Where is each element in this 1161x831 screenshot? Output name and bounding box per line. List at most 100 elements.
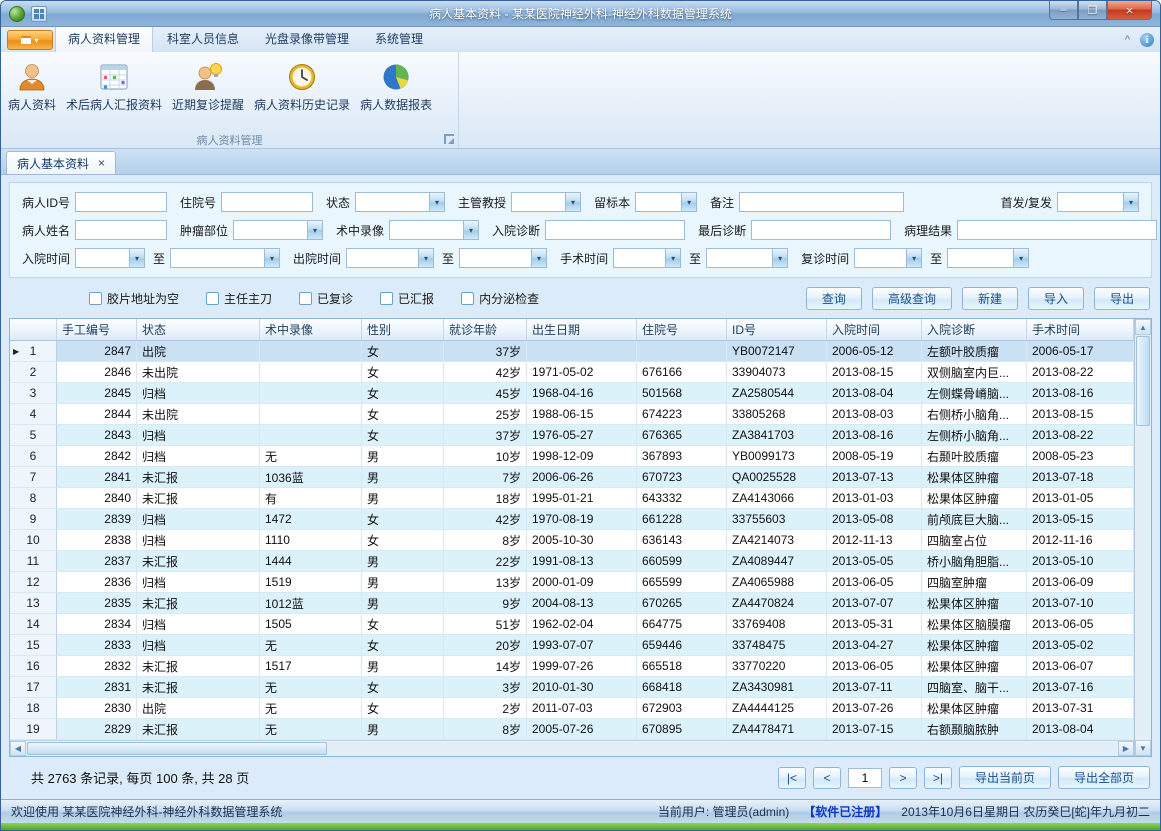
dropdown-arrow-icon[interactable]: ▾ (418, 249, 433, 267)
dropdown-arrow-icon[interactable]: ▾ (681, 193, 696, 211)
table-row[interactable]: 142834归档1505女51岁1962-02-0466477533769408… (10, 614, 1134, 635)
column-header-id-no[interactable]: ID号 (727, 319, 827, 340)
table-row[interactable]: 182830出院无女2岁2011-07-03672903ZA4444125201… (10, 698, 1134, 719)
checkbox-icon[interactable] (380, 292, 393, 305)
checkbox-icon[interactable] (89, 292, 102, 305)
ribbon-collapse-icon[interactable]: ^ (1125, 35, 1130, 46)
video-select[interactable]: ▾ (389, 220, 479, 240)
admit-dx-input[interactable] (545, 220, 685, 240)
ribbon-button-postop-report[interactable]: 术后病人汇报资料 (61, 55, 167, 131)
checkbox-endocrine-exam[interactable]: 内分泌检查 (461, 290, 539, 307)
advanced-query-button[interactable]: 高级查询 (872, 287, 952, 310)
dropdown-arrow-icon[interactable]: ▾ (429, 193, 444, 211)
tumor-site-select[interactable]: ▾ (233, 220, 323, 240)
scroll-down-icon[interactable]: ▼ (1135, 740, 1151, 756)
discharge-time-to-select[interactable]: ▾ (459, 248, 547, 268)
discharge-time-from-select[interactable]: ▾ (346, 248, 434, 268)
checkbox-icon[interactable] (299, 292, 312, 305)
admission-no-input[interactable] (221, 192, 313, 212)
column-header-sex[interactable]: 性别 (362, 319, 444, 340)
ribbon-button-history-record[interactable]: 病人资料历史记录 (249, 55, 355, 131)
query-button[interactable]: 查询 (806, 287, 862, 310)
horizontal-scrollbar[interactable]: ◀ ▶ (10, 740, 1134, 756)
table-row[interactable]: 122836归档1519男13岁2000-01-09665599ZA406598… (10, 572, 1134, 593)
vertical-scroll-thumb[interactable] (1136, 336, 1150, 426)
table-row[interactable]: 172831未汇报无女3岁2010-01-30668418ZA343098120… (10, 677, 1134, 698)
dropdown-arrow-icon[interactable]: ▾ (1013, 249, 1028, 267)
dialog-launcher-icon[interactable] (444, 134, 454, 144)
column-header-status[interactable]: 状态 (137, 319, 260, 340)
specimen-select[interactable]: ▾ (635, 192, 697, 212)
checkbox-chief-surgeon[interactable]: 主任主刀 (206, 290, 272, 307)
ribbon-tab-system[interactable]: 系统管理 (363, 26, 435, 52)
table-row[interactable]: ▶12847出院女37岁YB00721472006-05-12左额叶胶质瘤200… (10, 341, 1134, 362)
table-row[interactable]: 72841未汇报1036蓝男7岁2006-06-26670723QA002552… (10, 467, 1134, 488)
checkbox-film-address-empty[interactable]: 胶片地址为空 (89, 290, 179, 307)
first-recur-select[interactable]: ▾ (1057, 192, 1139, 212)
dropdown-arrow-icon[interactable]: ▾ (772, 249, 787, 267)
remark-input[interactable] (739, 192, 904, 212)
patient-name-input[interactable] (75, 220, 167, 240)
scroll-left-icon[interactable]: ◀ (10, 741, 26, 756)
next-page-button[interactable]: > (889, 767, 917, 789)
column-header-age[interactable]: 就诊年龄 (444, 319, 527, 340)
export-current-page-button[interactable]: 导出当前页 (959, 766, 1051, 789)
close-button[interactable]: × (1107, 1, 1152, 20)
minimize-button[interactable]: – (1049, 1, 1078, 20)
dropdown-arrow-icon[interactable]: ▾ (906, 249, 921, 267)
checkbox-icon[interactable] (461, 292, 474, 305)
tab-close-icon[interactable]: × (98, 156, 105, 170)
table-row[interactable]: 132835未汇报1012蓝男9岁2004-08-13670265ZA44708… (10, 593, 1134, 614)
ribbon-button-patient-data[interactable]: 病人资料 (3, 55, 61, 131)
column-header-admit-time[interactable]: 入院时间 (827, 319, 922, 340)
vertical-scrollbar[interactable]: ▲ ▼ (1134, 319, 1151, 756)
tab-patient-basic-data[interactable]: 病人基本资料 × (6, 151, 116, 174)
export-button[interactable]: 导出 (1094, 287, 1150, 310)
dropdown-arrow-icon[interactable]: ▾ (665, 249, 680, 267)
table-row[interactable]: 92839归档1472女42岁1970-08-19661228337556032… (10, 509, 1134, 530)
first-page-button[interactable]: |< (778, 767, 806, 789)
admit-time-to-select[interactable]: ▾ (170, 248, 280, 268)
table-row[interactable]: 82840未汇报有男18岁1995-01-21643332ZA414306620… (10, 488, 1134, 509)
professor-select[interactable]: ▾ (511, 192, 581, 212)
dropdown-arrow-icon[interactable]: ▾ (463, 221, 478, 239)
scroll-up-icon[interactable]: ▲ (1135, 319, 1151, 335)
table-row[interactable]: 102838归档1110女8岁2005-10-30636143ZA4214073… (10, 530, 1134, 551)
checkbox-icon[interactable] (206, 292, 219, 305)
admit-time-from-select[interactable]: ▾ (75, 248, 145, 268)
revisit-time-from-select[interactable]: ▾ (854, 248, 922, 268)
pathology-input[interactable] (957, 220, 1157, 240)
table-row[interactable]: 52843归档女37岁1976-05-27676365ZA38417032013… (10, 425, 1134, 446)
scroll-right-icon[interactable]: ▶ (1118, 741, 1134, 756)
last-page-button[interactable]: >| (924, 767, 952, 789)
table-row[interactable]: 32845归档女45岁1968-04-16501568ZA25805442013… (10, 383, 1134, 404)
quick-access-grid-icon[interactable] (31, 6, 47, 22)
ribbon-button-data-report[interactable]: 病人数据报表 (355, 55, 437, 131)
patient-id-input[interactable] (75, 192, 167, 212)
ribbon-tab-department-staff[interactable]: 科室人员信息 (155, 26, 251, 52)
final-dx-input[interactable] (751, 220, 891, 240)
ribbon-tab-disc-video[interactable]: 光盘录像带管理 (253, 26, 361, 52)
status-select[interactable]: ▾ (355, 192, 445, 212)
prev-page-button[interactable]: < (813, 767, 841, 789)
dropdown-arrow-icon[interactable]: ▾ (307, 221, 322, 239)
table-row[interactable]: 152833归档无女20岁1993-07-0765944633748475201… (10, 635, 1134, 656)
surgery-time-to-select[interactable]: ▾ (706, 248, 788, 268)
column-header-video[interactable]: 术中录像 (260, 319, 362, 340)
import-button[interactable]: 导入 (1028, 287, 1084, 310)
checkbox-reported[interactable]: 已汇报 (380, 290, 434, 307)
surgery-time-from-select[interactable]: ▾ (613, 248, 681, 268)
app-menu-button[interactable]: ▾ (7, 30, 53, 50)
column-header-manual-no[interactable]: 手工编号 (57, 319, 137, 340)
maximize-button[interactable]: ❐ (1078, 1, 1107, 20)
dropdown-arrow-icon[interactable]: ▾ (531, 249, 546, 267)
table-row[interactable]: 112837未汇报1444男22岁1991-08-13660599ZA40894… (10, 551, 1134, 572)
checkbox-revisited[interactable]: 已复诊 (299, 290, 353, 307)
new-button[interactable]: 新建 (962, 287, 1018, 310)
table-row[interactable]: 22846未出院女42岁1971-05-02676166339040732013… (10, 362, 1134, 383)
ribbon-tab-patient-management[interactable]: 病人资料管理 (55, 25, 153, 52)
table-row[interactable]: 42844未出院女25岁1988-06-15674223338052682013… (10, 404, 1134, 425)
column-header-admit-dx[interactable]: 入院诊断 (922, 319, 1027, 340)
table-row[interactable]: 62842归档无男10岁1998-12-09367893YB0099173200… (10, 446, 1134, 467)
page-number-input[interactable] (848, 768, 882, 788)
